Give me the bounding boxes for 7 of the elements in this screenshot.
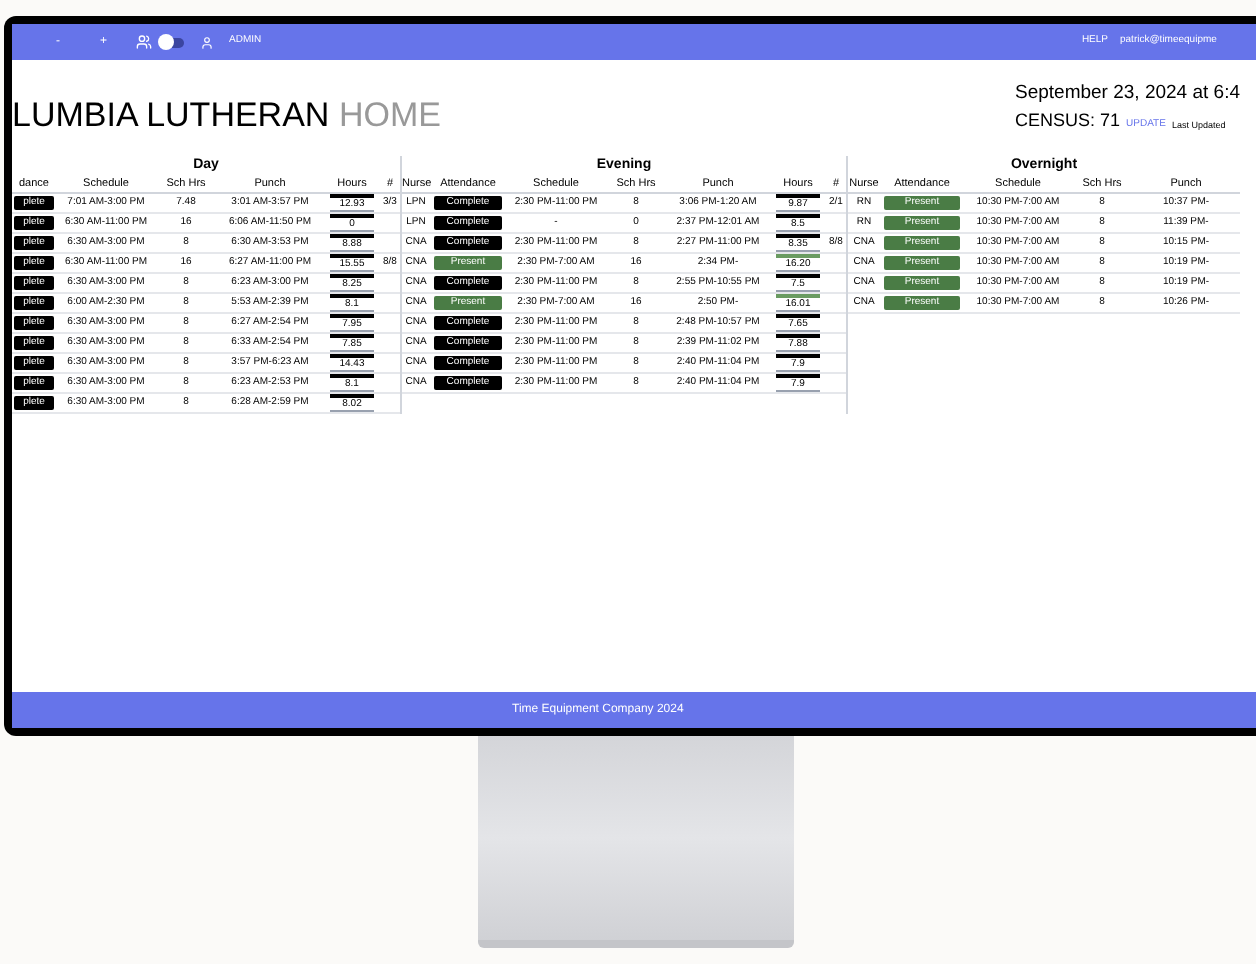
facility-title: LUMBIA LUTHERAN [12, 96, 330, 134]
facility-title-light: HOME [338, 96, 441, 134]
toggle-switch[interactable] [159, 37, 184, 47]
date-time: September 23, 2024 at 6:4 [1015, 80, 1240, 108]
group-icon[interactable] [135, 34, 152, 50]
person-icon[interactable] [199, 35, 214, 49]
census-count: CENSUS: 71 [1015, 108, 1121, 135]
